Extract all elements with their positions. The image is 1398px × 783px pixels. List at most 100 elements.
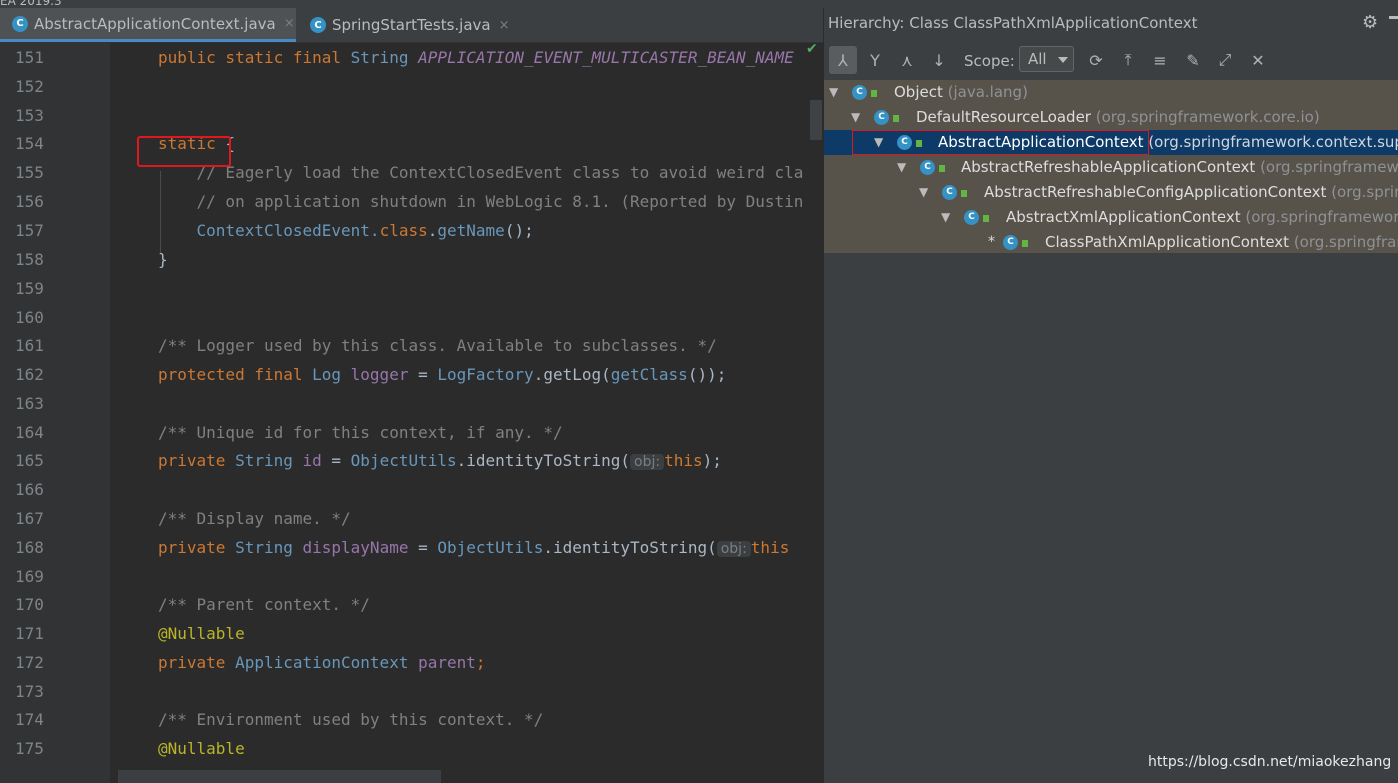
code-line: 162 protected final Log logger = LogFacto… — [0, 360, 823, 389]
window-title-strip: EA 2019.3 — [0, 0, 1398, 8]
java-class-icon: C — [12, 15, 28, 32]
code-line: 165 private String id = ObjectUtils.ident… — [0, 446, 823, 475]
line-number: 169 — [15, 567, 44, 586]
tree-node-abstract-refreshable-config-application-context[interactable]: ▼ C AbstractRefreshableConfigApplication… — [824, 180, 1398, 205]
subtypes-icon[interactable]: ⋏ — [893, 46, 921, 74]
tab-label: AbstractApplicationContext.java — [34, 14, 276, 33]
tree-node-default-resource-loader[interactable]: ▼ C DefaultResourceLoader (org.springfra… — [824, 105, 1398, 130]
class-hierarchy-icon[interactable]: ⅄ — [829, 46, 857, 74]
expand-arrow-icon[interactable]: ▼ — [851, 105, 860, 130]
public-icon — [893, 115, 899, 122]
code-line: 155 // Eagerly load the ContextClosedEve… — [0, 158, 823, 187]
code-line: 174/** Environment used by this context.… — [0, 705, 823, 734]
tree-node-abstract-refreshable-application-context[interactable]: ▼ C AbstractRefreshableApplicationContex… — [824, 155, 1398, 180]
java-class-icon: C — [964, 210, 979, 225]
java-class-icon: C — [920, 160, 935, 175]
public-icon — [1022, 240, 1028, 247]
tab-spring-start-tests[interactable]: C SpringStartTests.java × — [298, 8, 513, 42]
gear-icon[interactable]: ⚙ — [1362, 12, 1378, 33]
parameter-hint: obj: — [630, 454, 665, 470]
line-number: 151 — [15, 48, 44, 67]
close-icon[interactable]: × — [284, 16, 295, 31]
close-icon[interactable]: × — [499, 18, 510, 33]
expand-arrow-icon[interactable]: ▼ — [829, 80, 838, 105]
selected-node-highlight — [852, 130, 1149, 155]
line-number: 160 — [15, 308, 44, 327]
java-class-icon: C — [310, 17, 326, 33]
hierarchy-tree[interactable]: ▼ C Object (java.lang) ▼ C DefaultResour… — [824, 80, 1398, 253]
expand-arrow-icon[interactable]: ▼ — [941, 205, 950, 230]
minimize-icon[interactable] — [1389, 16, 1398, 19]
line-number: 154 — [15, 134, 44, 153]
code-line: 169 — [0, 562, 823, 591]
line-number: 172 — [15, 653, 44, 672]
code-editor[interactable]: C AbstractApplicationContext.java × C Sp… — [0, 8, 823, 783]
code-line: 163 — [0, 389, 823, 418]
line-number: 167 — [15, 509, 44, 528]
java-class-icon: C — [942, 185, 957, 200]
supertypes-icon[interactable]: Y — [861, 46, 889, 74]
chevron-down-icon — [1058, 57, 1068, 63]
line-number: 159 — [15, 279, 44, 298]
code-line: 171 @Nullable — [0, 619, 823, 648]
code-line: 154 static { — [0, 129, 823, 158]
hierarchy-title: Hierarchy: Class ClassPathXmlApplication… — [828, 14, 1198, 32]
pin-icon[interactable]: ✎ — [1179, 46, 1207, 74]
tree-node-object[interactable]: ▼ C Object (java.lang) — [824, 80, 1398, 105]
code-line: 160 — [0, 303, 823, 332]
public-icon — [983, 215, 989, 222]
code-line: 164/** Unique id for this context, if an… — [0, 418, 823, 447]
line-number: 156 — [15, 192, 44, 211]
autoscroll-icon[interactable]: ⤢ — [1211, 46, 1239, 74]
editor-tab-bar: C AbstractApplicationContext.java × C Sp… — [0, 8, 823, 43]
line-number: 173 — [15, 682, 44, 701]
java-class-icon: C — [874, 110, 889, 125]
export-icon[interactable]: ⤒ — [1114, 46, 1142, 74]
public-icon — [961, 190, 967, 197]
line-number: 175 — [15, 739, 44, 758]
line-number: 171 — [15, 624, 44, 643]
close-panel-icon[interactable]: ✕ — [1244, 46, 1272, 74]
tree-node-abstract-xml-application-context[interactable]: ▼ C AbstractXmlApplicationContext (org.s… — [824, 205, 1398, 230]
expand-arrow-icon[interactable]: ▼ — [897, 155, 906, 180]
line-number: 161 — [15, 336, 44, 355]
line-number: 166 — [15, 480, 44, 499]
expand-arrow-icon[interactable]: ▼ — [919, 180, 928, 205]
line-number: 168 — [15, 538, 44, 557]
line-number: 165 — [15, 451, 44, 470]
public-icon — [871, 90, 877, 97]
line-number: 174 — [15, 710, 44, 729]
tab-abstract-application-context[interactable]: C AbstractApplicationContext.java × — [0, 8, 296, 42]
hierarchy-panel: Hierarchy: Class ClassPathXmlApplication… — [823, 8, 1398, 783]
line-number: 164 — [15, 423, 44, 442]
scope-label: Scope: — [964, 52, 1015, 70]
horizontal-scrollbar[interactable] — [118, 770, 441, 783]
code-line: 158} — [0, 245, 823, 274]
code-line: 151 public static final String APPLICATIO… — [0, 43, 823, 72]
java-class-icon: C — [1003, 235, 1018, 250]
refresh-icon[interactable]: ⟳ — [1082, 46, 1110, 74]
java-class-icon: C — [852, 85, 867, 100]
static-block-highlight — [137, 136, 231, 167]
scope-select[interactable]: All — [1019, 46, 1074, 72]
scope-value: All — [1028, 50, 1047, 68]
code-line: 167/** Display name. */ — [0, 504, 823, 533]
code-line: 153 — [0, 101, 823, 130]
line-number: 163 — [15, 394, 44, 413]
window-title: EA 2019.3 — [0, 0, 62, 8]
code-line: 159 — [0, 274, 823, 303]
editor-scrollbar[interactable] — [810, 100, 822, 140]
line-number: 162 — [15, 365, 44, 384]
expand-all-icon[interactable]: ≡ — [1146, 46, 1174, 74]
code-line: 175 @Nullable — [0, 734, 823, 763]
watermark: https://blog.csdn.net/miaokezhang — [1148, 754, 1392, 770]
code-line: 172 private ApplicationContext parent; — [0, 648, 823, 677]
tree-node-class-path-xml-application-context[interactable]: * C ClassPathXmlApplicationContext (org.… — [824, 230, 1398, 253]
code-line: 166 — [0, 475, 823, 504]
line-number: 158 — [15, 250, 44, 269]
sort-icon[interactable]: ↓ — [925, 46, 953, 74]
code-line: 161/** Logger used by this class. Availa… — [0, 331, 823, 360]
current-class-marker: * — [988, 234, 995, 250]
code-line: 170/** Parent context. */ — [0, 590, 823, 619]
hierarchy-toolbar: ⅄ Y ⋏ ↓ Scope: All ⟳ ⤒ ≡ ✎ ⤢ ✕ — [824, 43, 1398, 77]
